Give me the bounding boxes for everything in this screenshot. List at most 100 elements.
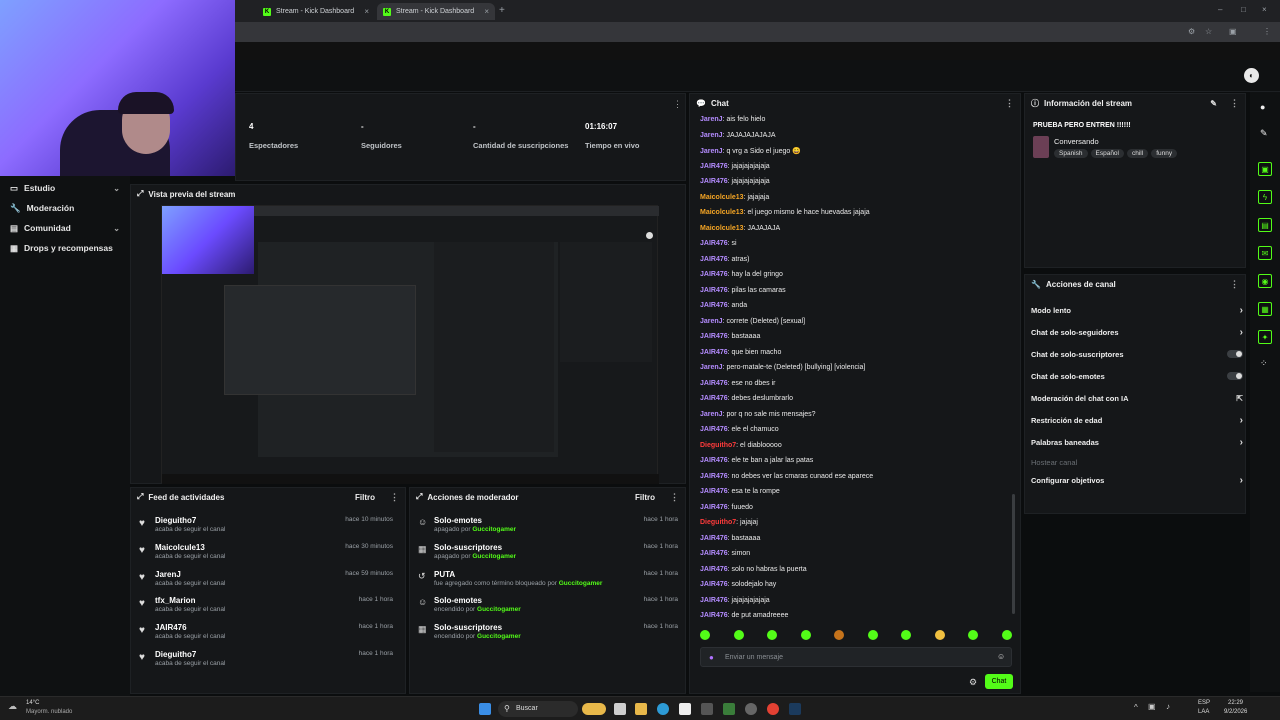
mic-icon[interactable]: ● — [709, 653, 714, 662]
chat-username[interactable]: JAIR476 — [700, 349, 728, 356]
chat-username[interactable]: JAIR476 — [700, 504, 728, 511]
chat-username[interactable]: JarenJ — [700, 364, 723, 371]
sidebar-item-drops[interactable]: ▦ Drops y recompensas — [0, 238, 130, 258]
more-icon[interactable]: ⋮ — [673, 99, 682, 110]
chat-username[interactable]: Dieguitho7 — [700, 519, 736, 526]
expand-icon[interactable]: ⤢ — [137, 189, 143, 199]
more-icon[interactable]: ⋮ — [1230, 98, 1239, 109]
calendar-icon[interactable]: ▦ — [1258, 302, 1272, 316]
banned-words-row[interactable]: Palabras baneadas › — [1031, 431, 1243, 453]
store-icon[interactable] — [679, 703, 691, 715]
more-icon[interactable]: ⋮ — [1230, 279, 1239, 290]
emote-icon[interactable] — [800, 630, 811, 640]
extensions-icon[interactable]: ▣ — [1229, 27, 1237, 36]
moderator-name[interactable]: Guccitogamer — [477, 606, 521, 613]
weather-temp[interactable]: 14°C — [26, 700, 39, 706]
chat-username[interactable]: JAIR476 — [700, 178, 728, 185]
steam-icon[interactable] — [789, 703, 801, 715]
chat-username[interactable]: JAIR476 — [700, 550, 728, 557]
task-view-icon[interactable] — [614, 703, 626, 715]
more-icon[interactable]: ⋮ — [670, 492, 679, 503]
tag[interactable]: chill — [1127, 149, 1149, 158]
chat-username[interactable]: JAIR476 — [700, 395, 728, 402]
chat-username[interactable]: JarenJ — [700, 148, 723, 155]
emote-icon[interactable] — [867, 630, 878, 640]
chat-username[interactable]: JAIR476 — [700, 457, 728, 464]
chat-username[interactable]: JAIR476 — [700, 488, 728, 495]
chat-username[interactable]: Dieguitho7 — [700, 442, 736, 449]
chat-username[interactable]: JarenJ — [700, 411, 723, 418]
emote-icon[interactable] — [901, 630, 912, 640]
sidebar-item-estudio[interactable]: ▭ Estudio ⌄ — [0, 178, 130, 198]
browser-tab-1[interactable]: K Stream - Kick Dashboard × — [257, 3, 375, 20]
chrome-icon[interactable] — [767, 703, 779, 715]
chat-username[interactable]: JAIR476 — [700, 302, 728, 309]
info-icon[interactable]: ● — [1260, 102, 1265, 112]
chat-scrollbar[interactable] — [1012, 494, 1015, 614]
age-restriction-row[interactable]: Restricción de edad › — [1031, 409, 1243, 431]
broadcast-icon[interactable]: ◉ — [1258, 274, 1272, 288]
goals-row[interactable]: Configurar objetivos › — [1031, 469, 1243, 491]
windows-start-icon[interactable] — [479, 703, 491, 715]
category-name[interactable]: Conversando — [1054, 137, 1099, 146]
filter-button[interactable]: Filtro — [635, 493, 655, 502]
follower-name[interactable]: Dieguitho7 — [155, 650, 196, 659]
more-icon[interactable]: ⋮ — [390, 492, 399, 503]
new-tab-icon[interactable]: + — [499, 5, 505, 16]
chat-username[interactable]: JAIR476 — [700, 287, 728, 294]
app-icon[interactable] — [723, 703, 735, 715]
language-code[interactable]: ESP — [1198, 700, 1210, 706]
stream-preview-video[interactable] — [161, 205, 659, 484]
tag[interactable]: Spanish — [1054, 149, 1088, 158]
ai-moderation-row[interactable]: Moderación del chat con IA ⇱ — [1031, 387, 1243, 409]
wrench-icon[interactable]: ✦ — [1258, 330, 1272, 344]
app-icon[interactable] — [701, 703, 713, 715]
window-close-icon[interactable]: × — [1262, 5, 1267, 14]
tag[interactable]: Español — [1090, 149, 1124, 158]
sidebar-item-comunidad[interactable]: ▤ Comunidad ⌄ — [0, 218, 130, 238]
emote-icon[interactable] — [968, 630, 979, 640]
emotes-only-toggle[interactable] — [1227, 372, 1243, 380]
widget-icon[interactable] — [582, 703, 606, 715]
chat-username[interactable]: JAIR476 — [700, 612, 728, 619]
slow-mode-row[interactable]: Modo lento › — [1031, 299, 1243, 321]
file-explorer-icon[interactable] — [635, 703, 647, 715]
chat-username[interactable]: JAIR476 — [700, 240, 728, 247]
expand-icon[interactable]: ⤢ — [416, 492, 422, 502]
chat-username[interactable]: JAIR476 — [700, 271, 728, 278]
followers-only-row[interactable]: Chat de solo-seguidores › — [1031, 321, 1243, 343]
chat-username[interactable]: JAIR476 — [700, 566, 728, 573]
avatar[interactable]: ◐ — [1244, 68, 1259, 83]
close-icon[interactable]: × — [484, 7, 489, 16]
filter-button[interactable]: Filtro — [355, 493, 375, 502]
clock-time[interactable]: 22:29 — [1228, 700, 1243, 706]
edit-icon[interactable]: ✎ — [1210, 99, 1217, 108]
speaker-icon[interactable]: ♪ — [1166, 702, 1170, 711]
emote-icon[interactable] — [1001, 630, 1012, 640]
emote-icon[interactable] — [733, 630, 744, 640]
menu-icon[interactable]: ⋮ — [1263, 27, 1271, 36]
moderator-name[interactable]: Guccitogamer — [472, 526, 516, 533]
minimize-icon[interactable]: – — [1218, 5, 1222, 14]
moderator-name[interactable]: Guccitogamer — [472, 553, 516, 560]
chat-input[interactable]: ● Enviar un mensaje ☺ — [700, 647, 1012, 667]
settings-icon[interactable]: ⚙ — [969, 677, 977, 688]
extension-icon[interactable]: ⚙ — [1188, 27, 1195, 36]
more-tools-icon[interactable]: ⁘ — [1260, 358, 1268, 369]
chat-username[interactable]: JAIR476 — [700, 163, 728, 170]
chat-username[interactable]: JAIR476 — [700, 256, 728, 263]
emote-icon[interactable] — [934, 630, 945, 640]
chat-username[interactable]: JAIR476 — [700, 597, 728, 604]
chevron-up-icon[interactable]: ^ — [1134, 703, 1138, 712]
chat-username[interactable]: JarenJ — [700, 116, 723, 123]
chat-username[interactable]: JAIR476 — [700, 473, 728, 480]
bolt-icon[interactable]: ϟ — [1258, 190, 1272, 204]
follower-name[interactable]: JarenJ — [155, 570, 181, 579]
follower-name[interactable]: Maicolcule13 — [155, 543, 205, 552]
emote-icon[interactable] — [834, 630, 845, 640]
chat-username[interactable]: JAIR476 — [700, 581, 728, 588]
obs-icon[interactable] — [745, 703, 757, 715]
chat-username[interactable]: JAIR476 — [700, 426, 728, 433]
chat-username[interactable]: JAIR476 — [700, 535, 728, 542]
taskbar-search[interactable]: ⚲ Buscar — [498, 701, 578, 717]
